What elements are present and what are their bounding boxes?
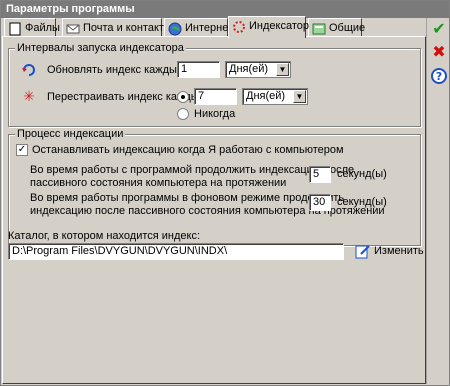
background-seconds-unit: секунд(ы) [337, 196, 387, 208]
window-title: Параметры программы [1, 1, 449, 18]
foreground-text-line-2: пассивного состояния компьютера на протя… [30, 177, 287, 189]
update-unit-select[interactable]: Дня(ей) ▼ [225, 61, 291, 78]
change-catalog-button[interactable]: Изменить [355, 242, 424, 260]
intervals-title: Интервалы запуска индексатора [15, 42, 186, 54]
tab-files-label: Файлы [25, 22, 60, 34]
tab-general-label: Общие [329, 22, 366, 34]
foreground-text-line-1: Во время работы с программой продолжить … [30, 164, 355, 176]
foreground-seconds-input[interactable]: 5 [309, 166, 331, 183]
background-text-line-2: индексацию после пассивного состояния ко… [30, 205, 385, 217]
rebuild-interval-input[interactable]: 7 [194, 88, 237, 105]
rebuild-radio[interactable] [177, 91, 189, 103]
svg-text:?: ? [436, 70, 442, 83]
settings-window: Параметры программы Файлы Почта и контак… [0, 0, 450, 386]
foreground-seconds-unit: секунд(ы) [337, 168, 387, 180]
tab-mail-label: Почта и контакты [83, 22, 172, 34]
chevron-down-icon[interactable]: ▼ [276, 63, 289, 76]
tab-general[interactable]: Общие [308, 18, 366, 37]
stop-indexing-label: Останавливать индексацию когда Я работаю… [32, 144, 344, 156]
catalog-path-input[interactable]: D:\Program Files\DVYGUN\DVYGUN\INDX\ [8, 243, 344, 260]
tab-strip: Файлы Почта и контакты Интернет Индексат… [2, 16, 426, 38]
chevron-down-icon[interactable]: ▼ [293, 90, 306, 103]
rebuild-icon: ✳ [23, 88, 35, 104]
update-label: Обновлять индекс каждые: [47, 64, 187, 76]
tab-indexer[interactable]: Индексатор [228, 16, 309, 38]
edit-icon [355, 243, 371, 259]
refresh-icon [21, 62, 37, 78]
file-icon [8, 22, 22, 36]
rebuild-unit-value: Дня(ей) [246, 90, 286, 102]
tab-internet[interactable]: Интернет [164, 18, 233, 37]
update-interval-input[interactable]: 1 [177, 61, 220, 78]
mail-icon [66, 22, 80, 36]
never-radio[interactable] [177, 108, 189, 120]
globe-icon [168, 22, 182, 36]
catalog-label: Каталог, в котором находится индекс: [8, 230, 201, 242]
tab-files[interactable]: Файлы [4, 18, 60, 37]
check-icon[interactable]: ✔ [430, 20, 448, 38]
process-title: Процесс индексации [15, 128, 126, 140]
tab-internet-label: Интернет [185, 22, 233, 34]
stop-indexing-checkbox[interactable]: ✓ [16, 144, 28, 156]
tab-indexer-label: Индексатор [249, 20, 309, 32]
tab-mail[interactable]: Почта и контакты [62, 18, 172, 37]
rebuild-unit-select[interactable]: Дня(ей) ▼ [242, 88, 308, 105]
help-icon[interactable]: ? [430, 67, 448, 85]
background-text-line-1: Во время работы программы в фоновом режи… [30, 192, 345, 204]
update-unit-value: Дня(ей) [229, 63, 269, 75]
intervals-group: Интервалы запуска индексатора Обновлять … [8, 42, 421, 127]
close-icon[interactable]: ✖ [430, 43, 448, 61]
background-seconds-input[interactable]: 30 [309, 194, 331, 211]
change-catalog-label: Изменить [374, 245, 424, 257]
indexer-icon [232, 20, 246, 34]
general-icon [312, 22, 326, 36]
side-toolbar: ✔ ✖ ? [426, 18, 449, 384]
tab-content: Интервалы запуска индексатора Обновлять … [2, 36, 426, 384]
never-label: Никогда [194, 108, 236, 120]
